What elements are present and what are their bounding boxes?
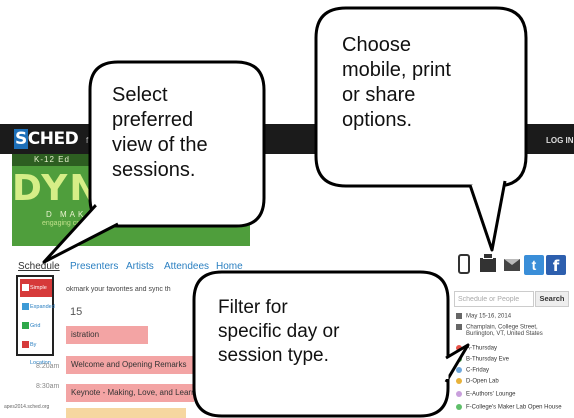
- callout-share-line: Choose: [342, 34, 411, 56]
- callout-view-line: Select: [112, 84, 168, 106]
- callout-share-line: options.: [342, 109, 413, 131]
- callout-filter-line: session type.: [218, 345, 329, 366]
- callout-filter-line: Filter for: [218, 297, 288, 318]
- callout-view-text: Select preferred view of the sessions.: [112, 83, 262, 183]
- callout-view-line: sessions.: [112, 159, 196, 181]
- callout-filter-text: Filter for specific day or session type.: [218, 296, 418, 368]
- callout-filter-line: specific day or: [218, 321, 340, 342]
- callout-view-line: view of the: [112, 134, 208, 156]
- callout-view-line: preferred: [112, 109, 194, 131]
- callout-share-line: or share: [342, 84, 416, 106]
- callout-pointer-share: [468, 180, 507, 252]
- callout-share-line: mobile, print: [342, 59, 451, 81]
- callout-share-text: Choose mobile, print or share options.: [342, 33, 502, 133]
- screenshot-canvas: SCHED for IP LOG IN K-12 Ed DYNAM D MAK …: [0, 0, 574, 418]
